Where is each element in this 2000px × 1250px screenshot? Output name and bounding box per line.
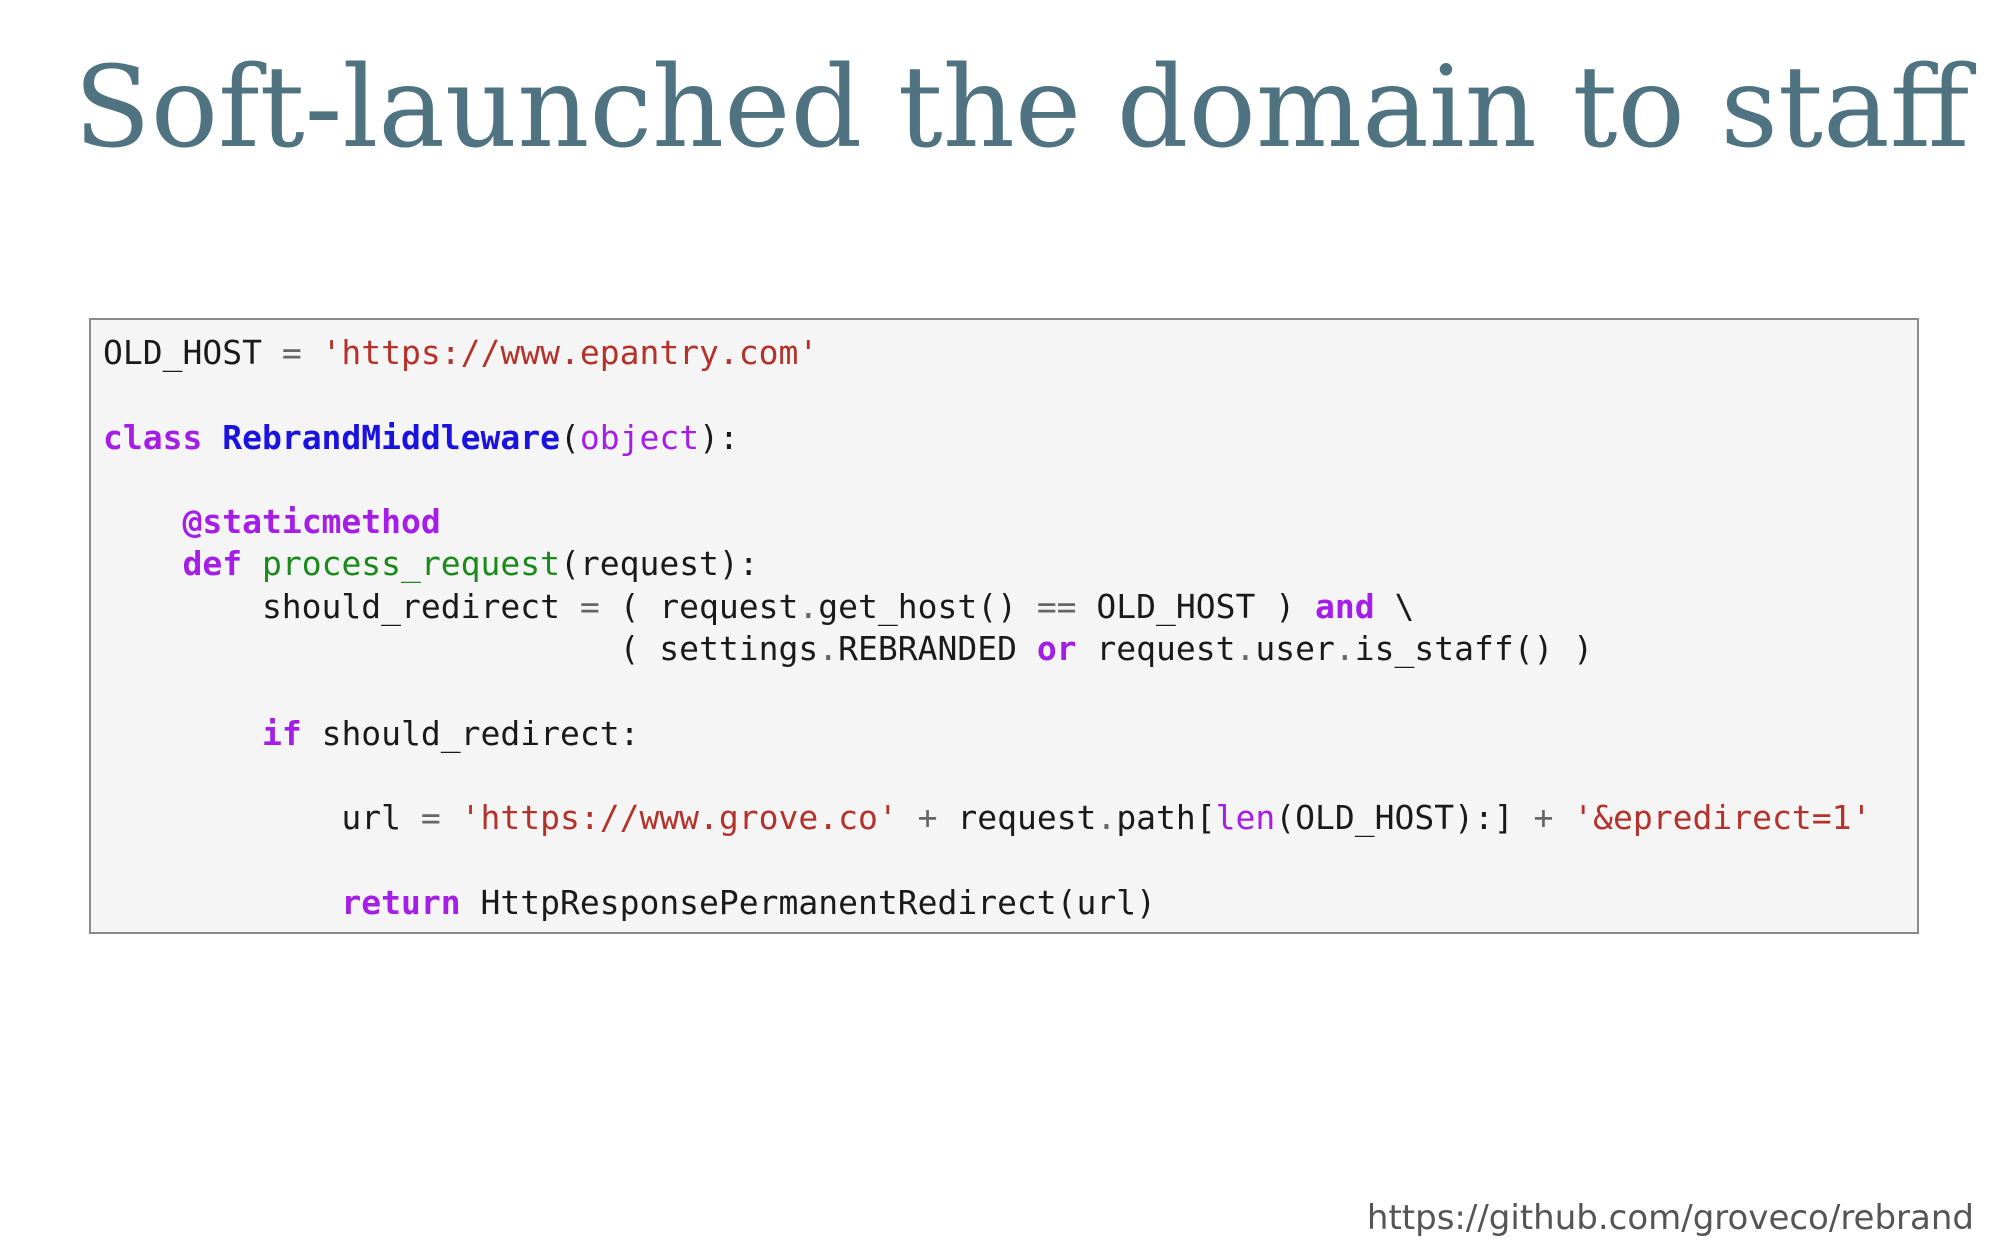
code-token-kw: def [182,544,243,584]
code-block: OLD_HOST = 'https://www.epantry.com' cla… [89,318,1919,934]
slide-title: Soft-launched the domain to staff [74,43,1970,173]
code-token-op: = [281,333,302,372]
code-line: return HttpResponsePermanentRedirect(url… [103,882,1871,924]
code-token-txt: REBRANDED [838,629,1037,669]
code-token-op: == [1036,586,1077,626]
code-token-kw: return [341,882,461,922]
code-token-kw: and [1314,586,1375,626]
code-token-txt: ( [559,417,580,457]
code-token-txt: OLD_HOST [103,333,282,372]
code-token-op: . [1235,629,1256,669]
code-token-txt: user [1255,629,1335,669]
code-token-txt: request [1076,629,1236,669]
code-token-txt: OLD_HOST ) [1076,586,1315,626]
code-token-kw: or [1036,629,1077,669]
code-token-str: 'https://www.grove.co' [460,798,898,838]
code-token-txt: request [937,798,1097,838]
code-token-txt: get_host() [818,586,1037,626]
code-token-txt: ( request [599,586,799,626]
code-token-builtin: object [579,417,700,457]
code-line: class RebrandMiddleware(object): [103,417,1871,459]
code-token-txt: (request): [559,544,759,584]
code-token-op: + [1533,798,1554,838]
code-line: should_redirect = ( request.get_host() =… [103,586,1871,628]
code-token-txt: HttpResponsePermanentRedirect(url) [460,882,1157,922]
code-token-txt: should_redirect [103,586,580,626]
code-token-str: 'https://www.epantry.com' [321,333,819,372]
code-line: @staticmethod [103,501,1871,543]
code-line: OLD_HOST = 'https://www.epantry.com' [103,332,1871,374]
code-token-fn: process_request [261,544,560,584]
code-token-txt: ): [699,417,739,457]
code-token-op: . [818,629,839,669]
code-token-txt: should_redirect: [301,713,640,753]
code-token-cls: RebrandMiddleware [222,417,560,457]
source-url-link[interactable]: https://github.com/groveco/rebrand [1367,1196,1974,1240]
code-token-op: = [420,798,441,838]
code-token-txt: url [103,798,421,838]
code-listing: OLD_HOST = 'https://www.epantry.com' cla… [103,332,1871,924]
code-token-str: '&epredirect=1' [1573,798,1872,838]
code-token-txt: \ [1374,586,1415,626]
code-token-op: . [1334,629,1355,669]
code-line: if should_redirect: [103,713,1871,755]
code-token-op: + [917,798,938,838]
code-line: def process_request(request): [103,543,1871,585]
code-token-kw: if [261,713,302,753]
code-token-op: . [798,586,819,626]
code-token-kw: class [103,417,203,457]
code-token-txt: (OLD_HOST):] [1275,798,1534,838]
code-line: ( settings.REBRANDED or request.user.is_… [103,628,1871,670]
code-line: url = 'https://www.grove.co' + request.p… [103,797,1871,839]
code-token-txt: path[ [1116,798,1216,838]
code-token-txt: ( settings [103,629,819,669]
code-token-op: = [579,586,600,626]
code-token-builtin: len [1215,798,1276,838]
code-token-op: . [1096,798,1117,838]
code-token-kw: @staticmethod [182,502,441,542]
code-token-txt: is_staff() ) [1354,629,1594,669]
